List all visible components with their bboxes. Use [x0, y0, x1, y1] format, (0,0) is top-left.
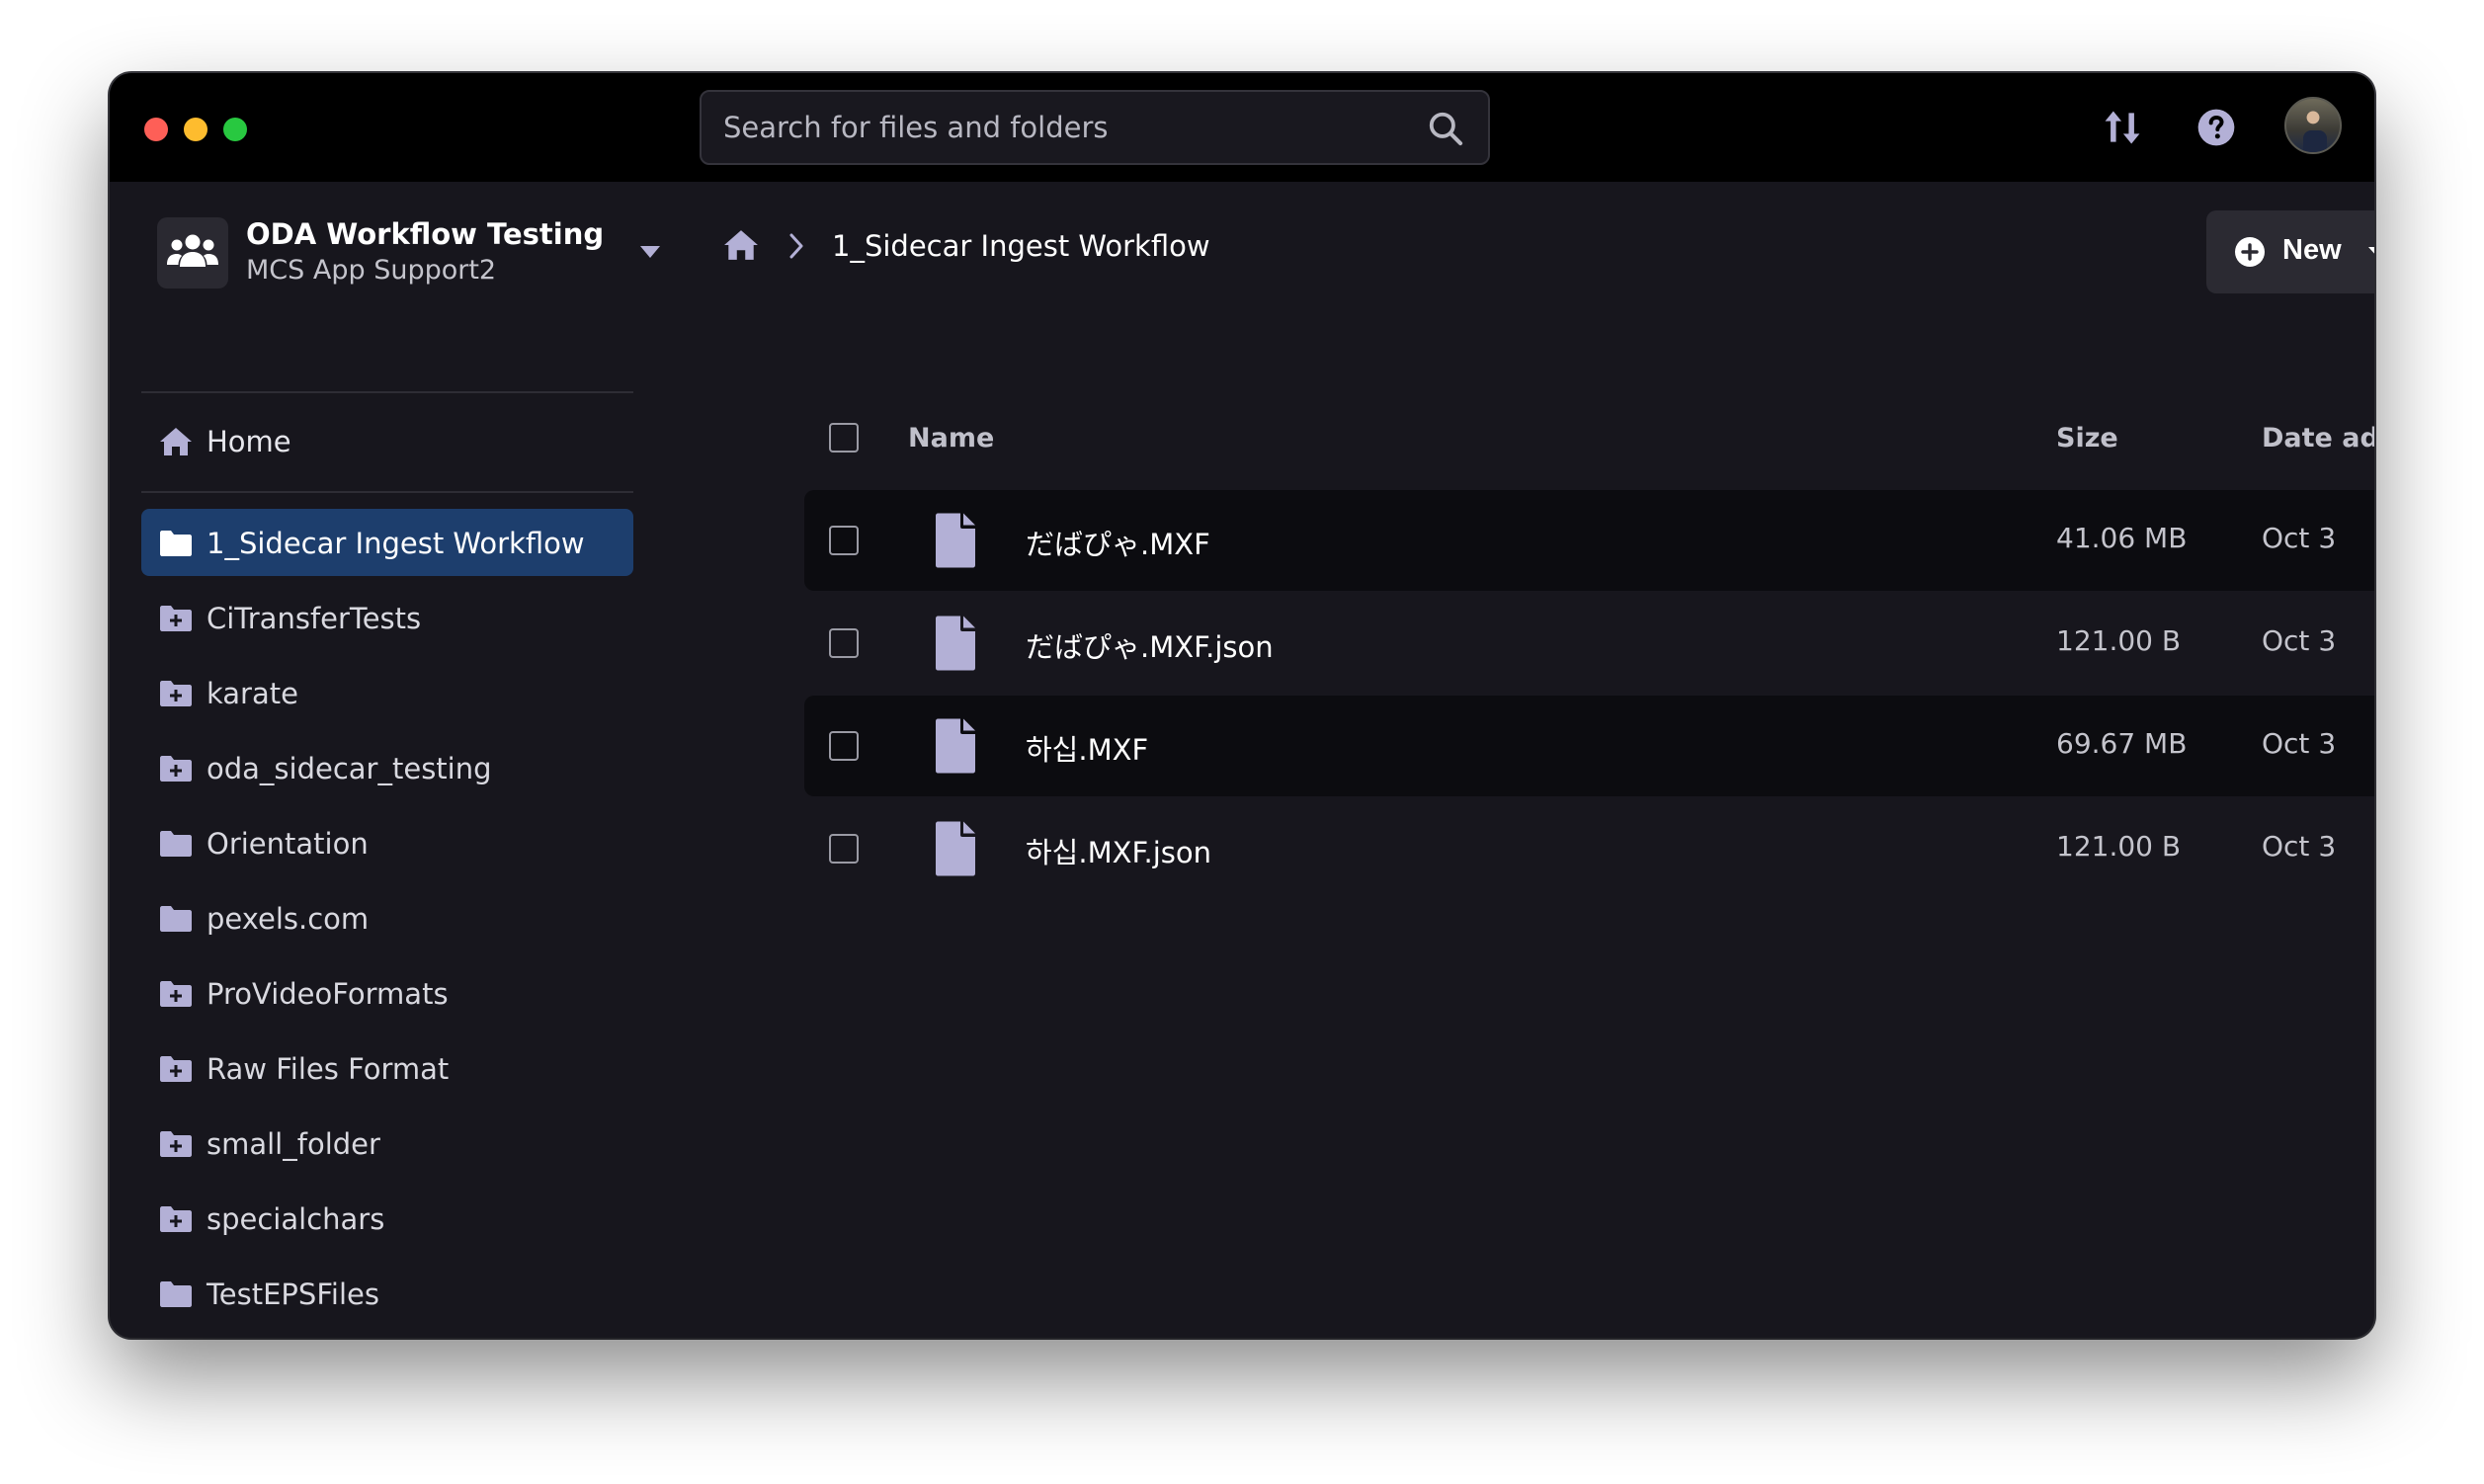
file-date-added: Oct 3 [2262, 522, 2337, 554]
plus-circle-icon [2235, 237, 2265, 267]
sidebar-item-label: pexels.com [207, 902, 370, 936]
workspace-avatar [157, 217, 228, 289]
sidebar-item-oda-sidecar-testing[interactable]: oda_sidecar_testing [141, 734, 633, 801]
chevron-down-icon[interactable] [639, 245, 661, 259]
file-date-added: Oct 3 [2262, 830, 2337, 863]
workspace-switcher[interactable]: ODA Workflow Testing MCS App Support2 [157, 213, 660, 290]
users-group-icon [167, 234, 218, 267]
sidebar-item-label: 1_Sidecar Ingest Workflow [207, 527, 585, 560]
sidebar-item-home[interactable]: Home [141, 407, 633, 474]
table-row[interactable]: だばぴゃ.MXF 41.06 MB Oct 3 [804, 490, 2374, 591]
select-all-checkbox[interactable] [829, 423, 859, 453]
column-header-size[interactable]: Size [2056, 423, 2118, 453]
folder-icon [160, 1281, 192, 1307]
sidebar-divider [141, 391, 633, 393]
sidebar-item-specialchars[interactable]: specialchars [141, 1185, 633, 1252]
file-name[interactable]: 하십.MXF.json [1026, 830, 1211, 871]
app-window: ODA Workflow Testing MCS App Support2 Ho… [110, 73, 2374, 1338]
search-icon[interactable] [1427, 110, 1464, 147]
sidebar: ODA Workflow Testing MCS App Support2 Ho… [110, 182, 660, 1338]
folder-plus-icon [160, 1131, 192, 1157]
sidebar-item-citransfertests[interactable]: CiTransferTests [141, 584, 633, 651]
table-row[interactable]: 하십.MXF.json 121.00 B Oct 3 [804, 798, 2374, 899]
column-header-name[interactable]: Name [908, 423, 994, 453]
sidebar-item-provideoformats[interactable]: ProVideoFormats [141, 959, 633, 1027]
folder-plus-icon [160, 1206, 192, 1232]
table-row[interactable]: だばぴゃ.MXF.json 121.00 B Oct 3 [804, 593, 2374, 694]
sort-arrows-icon[interactable] [2101, 106, 2144, 149]
sidebar-item-label: specialchars [207, 1202, 385, 1236]
folder-plus-icon [160, 756, 192, 782]
minimize-window-button[interactable] [184, 118, 207, 141]
file-size: 121.00 B [2056, 624, 2182, 657]
new-button[interactable]: New [2206, 210, 2374, 293]
home-icon[interactable] [723, 229, 759, 261]
row-checkbox[interactable] [829, 628, 859, 658]
search-input[interactable] [723, 92, 1395, 163]
main-content: 1_Sidecar Ingest Workflow New Name Size … [694, 182, 2374, 1338]
maximize-window-button[interactable] [223, 118, 247, 141]
file-icon [936, 821, 975, 876]
file-size: 41.06 MB [2056, 522, 2188, 554]
folder-plus-icon [160, 606, 192, 631]
file-size: 121.00 B [2056, 830, 2182, 863]
breadcrumb-current: 1_Sidecar Ingest Workflow [832, 229, 1210, 263]
row-checkbox[interactable] [829, 526, 859, 555]
workspace-name: ODA Workflow Testing [246, 217, 605, 251]
folder-plus-icon [160, 681, 192, 706]
folder-icon [160, 531, 192, 556]
help-icon[interactable] [2196, 108, 2236, 147]
column-header-date[interactable]: Date added [2262, 423, 2374, 453]
workspace-subtitle: MCS App Support2 [246, 255, 497, 286]
file-name[interactable]: だばぴゃ.MXF [1026, 522, 1210, 563]
file-date-added: Oct 3 [2262, 624, 2337, 657]
user-avatar[interactable] [2284, 97, 2342, 154]
sidebar-divider [141, 491, 633, 493]
file-name[interactable]: 하십.MXF [1026, 727, 1148, 769]
sidebar-item-label: oda_sidecar_testing [207, 752, 492, 785]
file-name[interactable]: だばぴゃ.MXF.json [1026, 624, 1274, 666]
row-checkbox[interactable] [829, 731, 859, 761]
row-checkbox[interactable] [829, 834, 859, 864]
sidebar-item-label: CiTransferTests [207, 602, 422, 635]
sidebar-item-label: small_folder [207, 1127, 380, 1161]
file-icon [936, 513, 975, 568]
search-box [700, 90, 1490, 165]
sidebar-item-label: ProVideoFormats [207, 977, 449, 1011]
file-icon [936, 616, 975, 671]
file-icon [936, 718, 975, 774]
folder-icon [160, 831, 192, 857]
sidebar-item-orientation[interactable]: Orientation [141, 809, 633, 876]
folder-plus-icon [160, 981, 192, 1007]
folder-icon [160, 906, 192, 932]
sidebar-item-label: Home [207, 425, 291, 458]
sidebar-item-karate[interactable]: karate [141, 659, 633, 726]
sidebar-item-pexels-com[interactable]: pexels.com [141, 884, 633, 951]
sidebar-item-small-folder[interactable]: small_folder [141, 1110, 633, 1177]
chevron-down-icon [2368, 247, 2374, 254]
sidebar-item-1-sidecar-ingest-workflow[interactable]: 1_Sidecar Ingest Workflow [141, 509, 633, 576]
sidebar-item-raw-files-format[interactable]: Raw Files Format [141, 1034, 633, 1102]
chevron-right-icon [789, 233, 803, 259]
file-date-added: Oct 3 [2262, 727, 2337, 760]
sidebar-item-testepsfiles[interactable]: TestEPSFiles [141, 1260, 633, 1327]
sidebar-item-label: Raw Files Format [207, 1052, 450, 1086]
home-icon [160, 428, 192, 455]
folder-plus-icon [160, 1056, 192, 1082]
sidebar-item-label: karate [207, 677, 298, 710]
title-bar [110, 73, 2374, 182]
table-row[interactable]: 하십.MXF 69.67 MB Oct 3 [804, 696, 2374, 796]
sidebar-item-label: Orientation [207, 827, 369, 861]
sidebar-item-label: TestEPSFiles [207, 1278, 379, 1311]
new-button-label: New [2282, 234, 2342, 266]
file-size: 69.67 MB [2056, 727, 2188, 760]
close-window-button[interactable] [144, 118, 168, 141]
